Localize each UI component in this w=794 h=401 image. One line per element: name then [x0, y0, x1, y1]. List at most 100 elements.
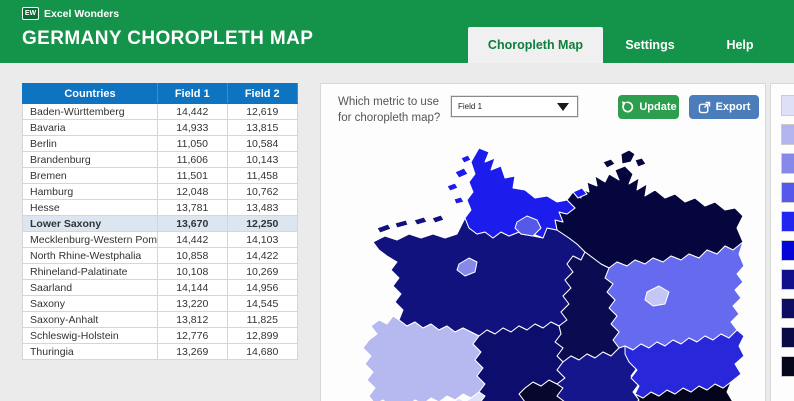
map-state-ni — [373, 218, 585, 336]
export-button-label: Export — [716, 101, 751, 113]
map-state-sh — [461, 155, 471, 163]
column-header-field1: Field 1 — [158, 84, 228, 104]
legend-swatch — [781, 95, 794, 116]
map-state-sh — [455, 168, 468, 178]
table-row[interactable]: Thuringia13,26914,680 — [23, 344, 298, 360]
table-row[interactable]: Schleswig-Holstein12,77612,899 — [23, 328, 298, 344]
map-state-mv — [635, 158, 646, 167]
value-cell: 14,956 — [227, 280, 298, 296]
legend-swatch — [781, 327, 794, 348]
legend-swatch — [781, 124, 794, 145]
country-cell: Hesse — [23, 200, 158, 216]
map-state-ni — [377, 224, 391, 233]
excel-wonders-logo-icon: EW — [22, 7, 39, 20]
tab-choropleth-map[interactable]: Choropleth Map — [468, 27, 603, 63]
country-cell: Thuringia — [23, 344, 158, 360]
map-state-mv — [603, 159, 615, 168]
country-cell: Baden-Württemberg — [23, 104, 158, 120]
value-cell: 14,103 — [227, 232, 298, 248]
table-row[interactable]: Saarland14,14414,956 — [23, 280, 298, 296]
table-row[interactable]: Bavaria14,93313,815 — [23, 120, 298, 136]
table-row[interactable]: Hamburg12,04810,762 — [23, 184, 298, 200]
chevron-down-icon — [557, 103, 569, 111]
value-cell: 14,442 — [158, 104, 228, 120]
value-cell: 11,501 — [158, 168, 228, 184]
value-cell: 10,584 — [227, 136, 298, 152]
value-cell: 10,143 — [227, 152, 298, 168]
table-body: Baden-Württemberg14,44212,619Bavaria14,9… — [23, 104, 298, 360]
country-cell: Mecklenburg-Western Pomerania — [23, 232, 158, 248]
map-state-mv — [621, 150, 635, 164]
country-cell: Saxony-Anhalt — [23, 312, 158, 328]
value-cell: 13,269 — [158, 344, 228, 360]
value-cell: 10,858 — [158, 248, 228, 264]
table-row[interactable]: Berlin11,05010,584 — [23, 136, 298, 152]
value-cell: 11,825 — [227, 312, 298, 328]
brand: EW Excel Wonders — [22, 7, 119, 20]
value-cell: 11,458 — [227, 168, 298, 184]
value-cell: 11,606 — [158, 152, 228, 168]
table-row[interactable]: Baden-Württemberg14,44212,619 — [23, 104, 298, 120]
brand-name: Excel Wonders — [44, 8, 119, 20]
legend-swatch — [781, 211, 794, 232]
value-cell: 14,144 — [158, 280, 228, 296]
value-cell: 13,220 — [158, 296, 228, 312]
country-cell: Lower Saxony — [23, 216, 158, 232]
legend-swatch — [781, 182, 794, 203]
table-header-row: Countries Field 1 Field 2 — [23, 84, 298, 104]
map-state-sh — [447, 183, 458, 191]
map-state-ni — [414, 217, 427, 225]
value-cell: 10,269 — [227, 264, 298, 280]
value-cell: 13,812 — [158, 312, 228, 328]
table-row[interactable]: Mecklenburg-Western Pomerania14,44214,10… — [23, 232, 298, 248]
country-cell: Bavaria — [23, 120, 158, 136]
value-cell: 13,781 — [158, 200, 228, 216]
table-row[interactable]: Brandenburg11,60610,143 — [23, 152, 298, 168]
legend-swatch — [781, 298, 794, 319]
legend-swatch — [781, 240, 794, 261]
update-button[interactable]: Update — [618, 95, 679, 119]
value-cell: 14,933 — [158, 120, 228, 136]
table-row[interactable]: Bremen11,50111,458 — [23, 168, 298, 184]
map-state-ni — [432, 215, 444, 223]
value-cell: 12,619 — [227, 104, 298, 120]
metric-dropdown-value: Field 1 — [452, 102, 557, 111]
table-row[interactable]: Hesse13,78113,483 — [23, 200, 298, 216]
country-cell: Bremen — [23, 168, 158, 184]
country-cell: Hamburg — [23, 184, 158, 200]
value-cell: 13,483 — [227, 200, 298, 216]
countries-table: Countries Field 1 Field 2 Baden-Württemb… — [22, 83, 298, 360]
table-row[interactable]: Saxony-Anhalt13,81211,825 — [23, 312, 298, 328]
table-row[interactable]: Saxony13,22014,545 — [23, 296, 298, 312]
country-cell: North Rhine-Westphalia — [23, 248, 158, 264]
column-header-countries: Countries — [23, 84, 158, 104]
metric-question-label: Which metric to use for choropleth map? — [338, 95, 454, 126]
table-row[interactable]: Rhineland-Palatinate10,10810,269 — [23, 264, 298, 280]
value-cell: 12,776 — [158, 328, 228, 344]
update-button-label: Update — [639, 101, 676, 113]
germany-choropleth-map — [359, 146, 749, 401]
column-header-field2: Field 2 — [227, 84, 298, 104]
tab-help[interactable]: Help — [705, 27, 775, 63]
map-state-sh — [454, 197, 464, 204]
value-cell: 14,442 — [158, 232, 228, 248]
tab-settings[interactable]: Settings — [605, 27, 695, 63]
page-title: GERMANY CHOROPLETH MAP — [22, 28, 313, 50]
value-cell: 11,050 — [158, 136, 228, 152]
country-cell: Saarland — [23, 280, 158, 296]
value-cell: 14,680 — [227, 344, 298, 360]
export-button[interactable]: Export — [689, 95, 759, 119]
country-cell: Berlin — [23, 136, 158, 152]
table-row[interactable]: North Rhine-Westphalia10,85814,422 — [23, 248, 298, 264]
table-row[interactable]: Lower Saxony13,67012,250 — [23, 216, 298, 232]
metric-dropdown[interactable]: Field 1 — [451, 96, 578, 117]
export-icon — [698, 101, 711, 114]
legend-swatch — [781, 356, 794, 377]
value-cell: 14,422 — [227, 248, 298, 264]
value-cell: 10,762 — [227, 184, 298, 200]
value-cell: 12,250 — [227, 216, 298, 232]
country-cell: Rhineland-Palatinate — [23, 264, 158, 280]
country-cell: Brandenburg — [23, 152, 158, 168]
value-cell: 13,670 — [158, 216, 228, 232]
legend-panel — [770, 83, 794, 401]
